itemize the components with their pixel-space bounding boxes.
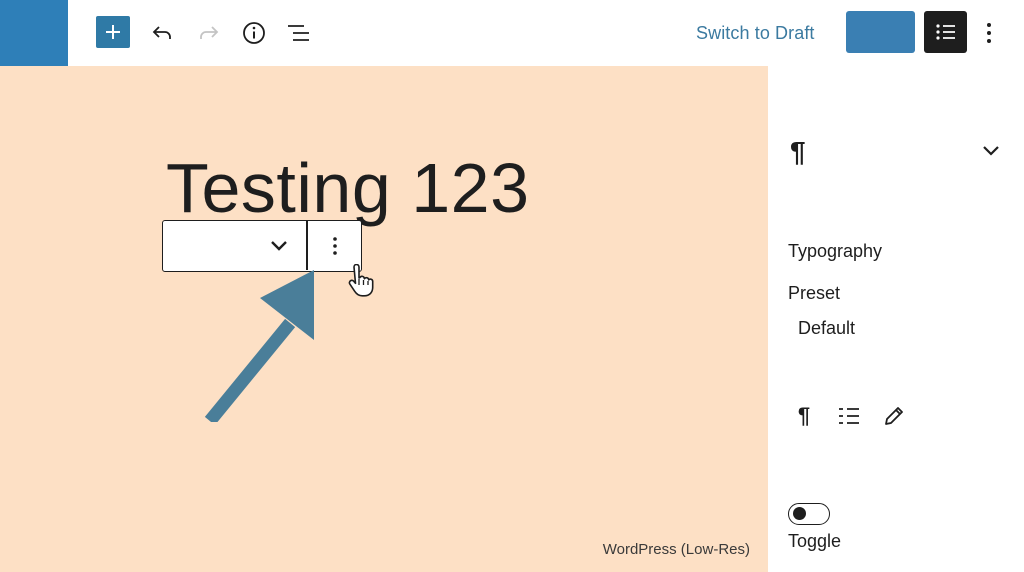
toggle-knob	[793, 507, 806, 520]
settings-sidebar: ¶ Typography Preset Default ¶ Toggle	[768, 66, 1024, 572]
undo-button[interactable]	[146, 16, 180, 50]
redo-button[interactable]	[191, 16, 225, 50]
paragraph-tool-button[interactable]: ¶	[790, 402, 818, 430]
undo-icon	[152, 26, 171, 39]
redo-icon	[200, 26, 219, 39]
panel-toggle-button[interactable]	[980, 140, 1002, 160]
details-button[interactable]	[237, 16, 271, 50]
document-overview-button[interactable]	[282, 16, 316, 50]
save-button[interactable]	[846, 11, 915, 53]
editor-top-toolbar: Switch to Draft	[0, 0, 1024, 66]
site-logo[interactable]	[0, 0, 68, 66]
settings-list-icon	[935, 24, 955, 40]
edit-button[interactable]	[880, 402, 908, 430]
preset-select[interactable]: Default	[798, 318, 855, 339]
add-block-button[interactable]	[96, 16, 130, 48]
list-settings-button[interactable]	[835, 402, 863, 430]
hand-pointer-icon	[348, 264, 374, 297]
kebab-menu-icon	[987, 23, 991, 43]
post-heading[interactable]: Testing 123	[166, 146, 530, 230]
plus-icon	[106, 25, 120, 39]
switch-to-draft-button[interactable]: Switch to Draft	[690, 20, 821, 46]
watermark-text: WordPress (Low-Res)	[602, 541, 750, 558]
pointer-arrow-icon	[204, 270, 314, 422]
toggle-switch[interactable]	[788, 503, 830, 525]
list-view-icon	[288, 25, 309, 41]
info-icon	[243, 22, 265, 44]
chevron-down-icon	[983, 146, 999, 156]
pencil-icon	[885, 407, 903, 425]
typography-heading: Typography	[788, 241, 883, 261]
list-settings-icon	[839, 408, 859, 424]
options-button[interactable]	[976, 16, 1002, 50]
toggle-label: Toggle	[788, 531, 842, 551]
vertical-ellipsis-icon	[332, 236, 337, 255]
preset-label: Preset	[788, 283, 841, 303]
settings-button[interactable]	[924, 11, 967, 53]
editor-canvas[interactable]: Testing 123 WordPress (Low-Res)	[0, 66, 768, 572]
paragraph-block-icon: ¶	[790, 136, 806, 167]
